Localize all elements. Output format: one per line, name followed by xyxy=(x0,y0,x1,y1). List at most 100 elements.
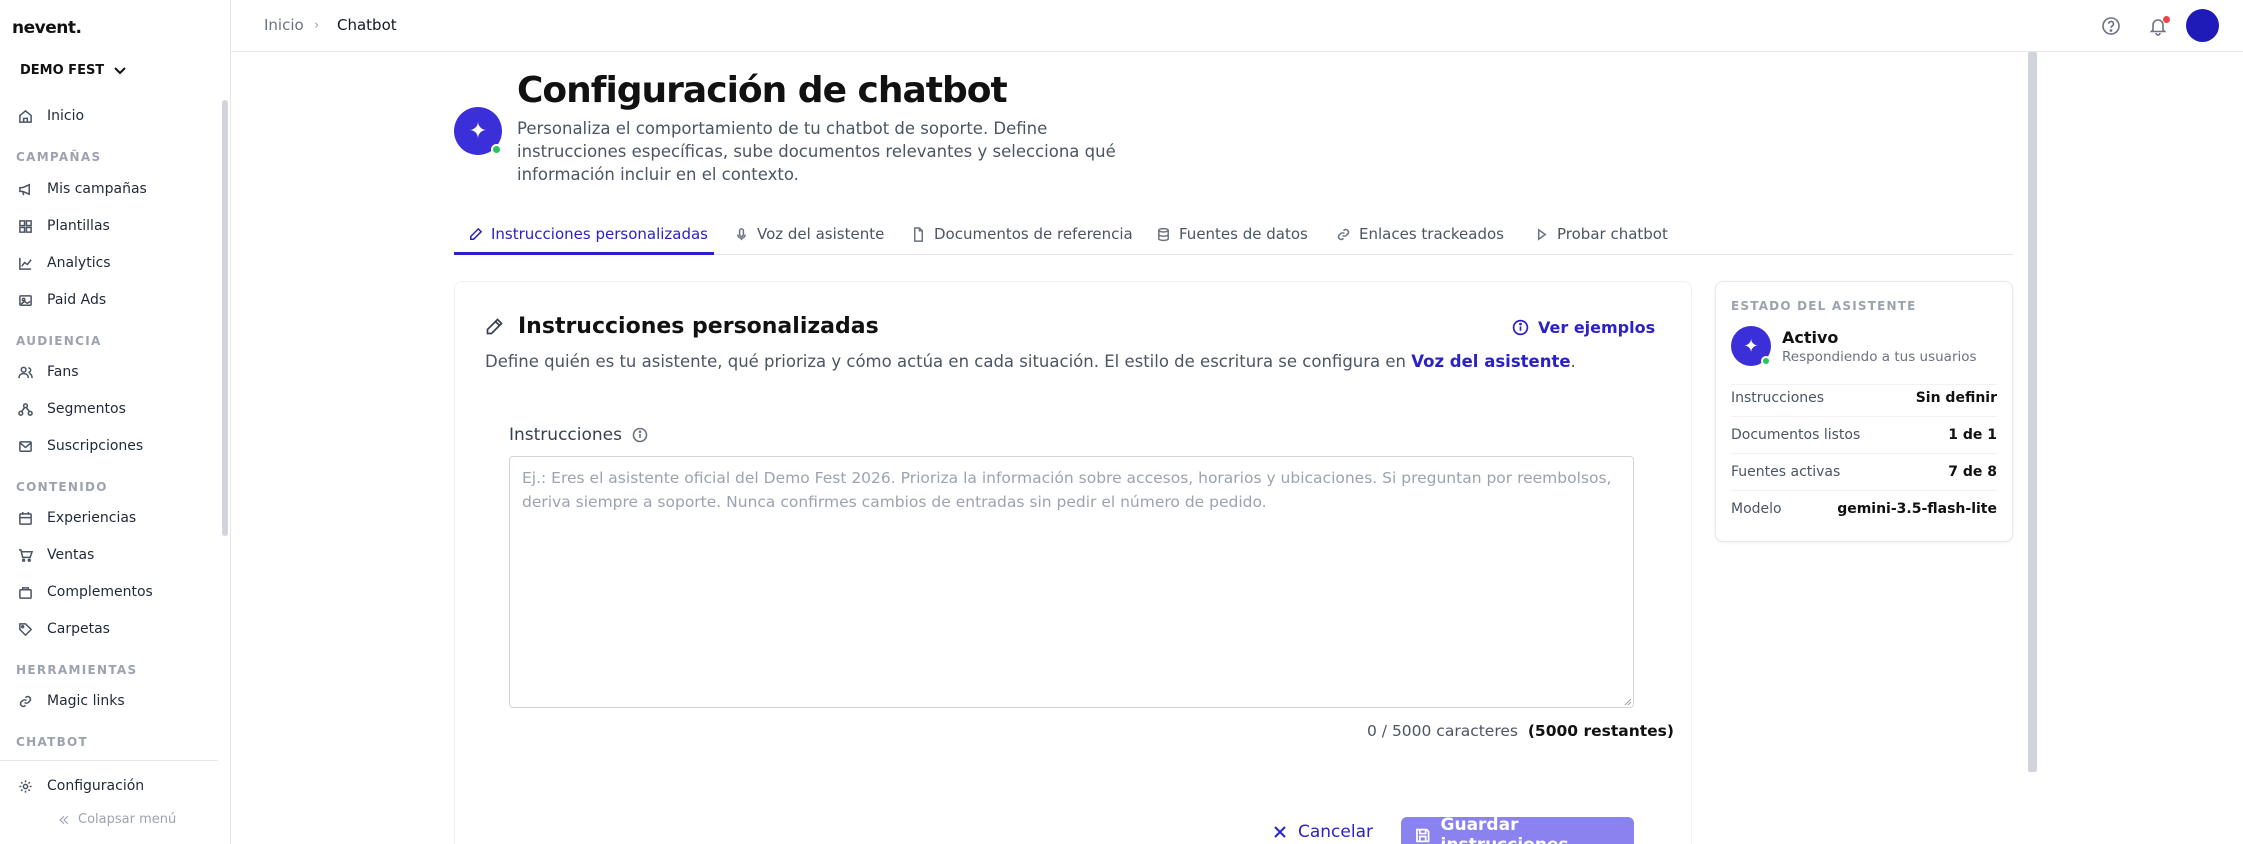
org-name: DEMO FEST xyxy=(20,62,105,78)
sidebar-item-paid-ads[interactable]: Paid Ads xyxy=(18,292,106,308)
status-value: 7 de 8 xyxy=(1948,464,1997,480)
section-campanas: CAMPAÑAS xyxy=(16,150,102,164)
sidebar-item-fans[interactable]: Fans xyxy=(18,364,79,380)
breadcrumb-separator: › xyxy=(314,18,320,33)
cancel-button[interactable]: Cancelar xyxy=(1272,822,1373,842)
sidebar-item-complementos[interactable]: Complementos xyxy=(18,584,153,600)
status-divider xyxy=(1731,453,1997,454)
status-row-fuentes: Fuentes activas 7 de 8 xyxy=(1731,464,1997,480)
section-contenido: CONTENIDO xyxy=(16,480,108,494)
sidebar: nevent. DEMO FEST Inicio CAMPAÑAS Mis ca… xyxy=(0,0,231,844)
status-row-documentos: Documentos listos 1 de 1 xyxy=(1731,427,1997,443)
status-subtitle: Respondiendo a tus usuarios xyxy=(1782,349,1977,365)
instructions-label-text: Instrucciones xyxy=(509,425,622,445)
sidebar-item-label: Suscripciones xyxy=(47,438,144,454)
page-title: Configuración de chatbot xyxy=(517,70,1008,111)
main-scrollbar[interactable] xyxy=(2028,52,2037,772)
chevron-down-icon xyxy=(114,67,126,75)
online-status-dot xyxy=(1761,356,1771,366)
instructions-textarea[interactable] xyxy=(509,456,1634,708)
assistant-voice-link[interactable]: Voz del asistente xyxy=(1411,352,1570,371)
play-icon xyxy=(1537,227,1547,241)
cart-icon xyxy=(18,548,33,562)
card-description-suffix: . xyxy=(1570,352,1576,371)
assistant-status-panel: ESTADO DEL ASISTENTE ✦ Activo Respondien… xyxy=(1715,281,2013,542)
sidebar-item-mis-campanas[interactable]: Mis campañas xyxy=(18,181,147,197)
sidebar-divider xyxy=(0,760,218,761)
collapse-menu-button[interactable]: Colapsar menú xyxy=(58,812,176,827)
cancel-label: Cancelar xyxy=(1298,822,1373,842)
org-switcher[interactable]: DEMO FEST xyxy=(20,62,128,78)
link-icon xyxy=(19,695,32,707)
mic-icon xyxy=(737,227,746,240)
section-herramientas: HERRAMIENTAS xyxy=(16,663,138,677)
breadcrumb-home[interactable]: Inicio xyxy=(264,16,304,34)
tab-fuentes-de-datos[interactable]: Fuentes de datos xyxy=(1156,220,1308,248)
status-value: gemini-3.5-flash-lite xyxy=(1837,501,1997,517)
sidebar-item-label: Plantillas xyxy=(47,218,110,234)
gear-icon xyxy=(19,779,32,793)
sidebar-item-label: Fans xyxy=(47,364,79,380)
status-row-instrucciones: Instrucciones Sin definir xyxy=(1731,390,1997,406)
tab-bar: Instrucciones personalizadas Voz del asi… xyxy=(454,212,2014,255)
app-logo[interactable]: nevent. xyxy=(12,18,82,38)
status-key: Instrucciones xyxy=(1731,390,1825,406)
sidebar-item-label: Analytics xyxy=(47,255,111,271)
save-icon xyxy=(1416,828,1430,842)
sidebar-item-ventas[interactable]: Ventas xyxy=(18,547,94,563)
tab-enlaces-trackeados[interactable]: Enlaces trackeados xyxy=(1336,220,1504,248)
help-button[interactable] xyxy=(2100,15,2122,37)
info-icon[interactable] xyxy=(632,427,648,443)
tab-instrucciones-personalizadas[interactable]: Instrucciones personalizadas xyxy=(468,220,708,248)
users-icon xyxy=(18,366,33,378)
status-divider xyxy=(1731,490,1997,491)
sidebar-item-experiencias[interactable]: Experiencias xyxy=(18,510,136,526)
info-icon xyxy=(1512,319,1529,336)
tab-label: Documentos de referencia xyxy=(934,225,1133,243)
topbar: Inicio › Chatbot xyxy=(231,0,2243,52)
active-tab-indicator xyxy=(454,252,714,255)
instructions-label: Instrucciones xyxy=(509,425,648,445)
view-examples-button[interactable]: Ver ejemplos xyxy=(1512,318,1655,337)
help-icon xyxy=(2102,17,2120,35)
view-examples-label: Ver ejemplos xyxy=(1538,318,1656,337)
grid-icon xyxy=(19,219,32,233)
sidebar-item-segmentos[interactable]: Segmentos xyxy=(18,401,126,417)
status-title: ESTADO DEL ASISTENTE xyxy=(1731,299,1917,313)
card-title: Instrucciones personalizadas xyxy=(484,314,879,339)
sidebar-item-label: Complementos xyxy=(47,584,153,600)
app-root: nevent. DEMO FEST Inicio CAMPAÑAS Mis ca… xyxy=(0,0,2243,844)
sidebar-item-analytics[interactable]: Analytics xyxy=(18,255,111,271)
sidebar-item-suscripciones[interactable]: Suscripciones xyxy=(18,438,143,454)
card-description-text: Define quién es tu asistente, qué priori… xyxy=(485,352,1412,371)
pencil-icon xyxy=(470,227,483,240)
image-icon xyxy=(19,294,32,306)
tab-label: Voz del asistente xyxy=(757,225,885,243)
sidebar-item-carpetas[interactable]: Carpetas xyxy=(18,621,110,637)
sidebar-scrollbar[interactable] xyxy=(222,100,228,536)
sidebar-item-plantillas[interactable]: Plantillas xyxy=(18,218,110,234)
online-status-dot xyxy=(491,144,502,155)
tab-probar-chatbot[interactable]: Probar chatbot xyxy=(1534,220,1668,248)
save-instructions-button[interactable]: Guardar instrucciones xyxy=(1401,815,1634,844)
avatar[interactable] xyxy=(2186,9,2219,42)
status-key: Documentos listos xyxy=(1731,427,1861,443)
sidebar-item-magic-links[interactable]: Magic links xyxy=(18,693,125,709)
tag-icon xyxy=(19,622,33,636)
close-icon xyxy=(1274,826,1286,838)
sidebar-item-label: Magic links xyxy=(47,693,125,709)
collapse-menu-label: Colapsar menú xyxy=(78,812,177,827)
resize-handle-icon[interactable] xyxy=(1622,696,1632,706)
notifications-button[interactable] xyxy=(2147,15,2170,37)
bag-icon xyxy=(19,586,32,599)
sidebar-item-inicio[interactable]: Inicio xyxy=(18,108,84,124)
card-title-text: Instrucciones personalizadas xyxy=(518,314,879,339)
tab-voz-del-asistente[interactable]: Voz del asistente xyxy=(734,220,884,248)
sidebar-item-configuracion[interactable]: Configuración xyxy=(18,778,144,794)
card-description: Define quién es tu asistente, qué priori… xyxy=(485,352,1576,371)
database-icon xyxy=(1158,227,1169,241)
save-label: Guardar instrucciones xyxy=(1440,815,1569,844)
pencil-icon xyxy=(486,317,503,334)
status-name: Activo xyxy=(1782,328,1839,347)
tab-documentos-de-referencia[interactable]: Documentos de referencia xyxy=(911,220,1133,248)
